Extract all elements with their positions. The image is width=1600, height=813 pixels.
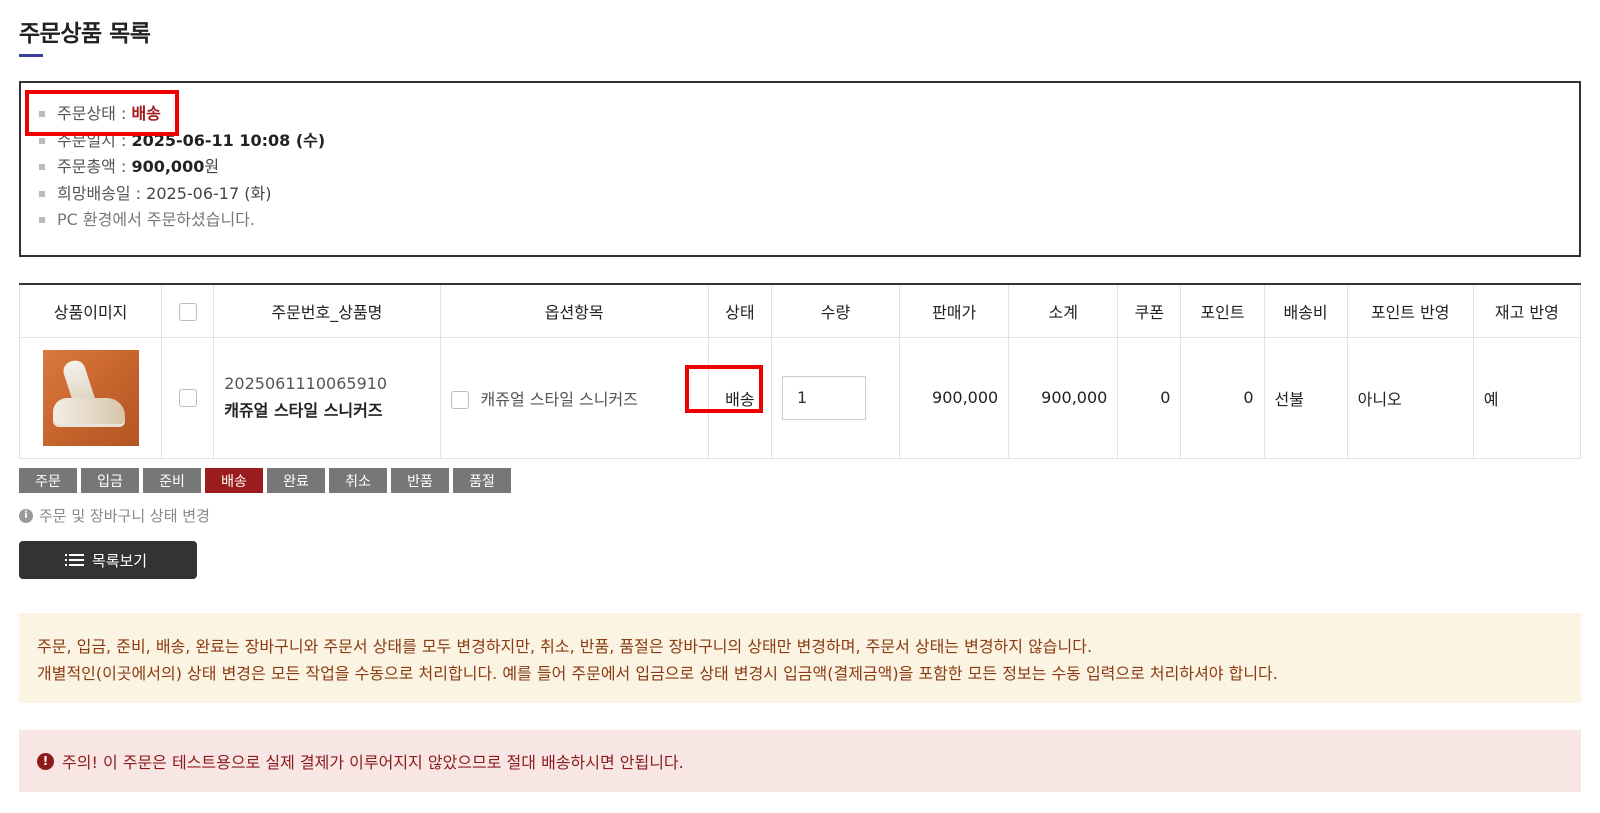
status-button-prepare[interactable]: 준비 [143, 468, 201, 493]
col-header-shipping: 배송비 [1263, 284, 1348, 338]
help-text: 주문 및 장바구니 상태 변경 [39, 507, 210, 525]
product-image[interactable] [42, 349, 139, 446]
stock-applied-cell: 예 [1472, 336, 1582, 459]
row-select-cell [161, 336, 215, 459]
col-header-select[interactable] [161, 284, 215, 338]
status-button-return[interactable]: 반품 [391, 468, 449, 493]
product-image-shoe [52, 397, 125, 424]
product-image-cell [18, 336, 163, 459]
table-row: 2025061110065910 캐쥬얼 스타일 스니커즈 캐쥬얼 스타일 스니… [18, 336, 1582, 459]
option-checkbox[interactable] [450, 391, 469, 409]
select-all-checkbox[interactable] [178, 302, 197, 321]
order-date-row: 주문일시 : 2025-06-11 10:08 (수) [38, 131, 326, 151]
order-product-cell: 2025061110065910 캐쥬얼 스타일 스니커즈 [213, 336, 441, 459]
subtotal-cell: 900,000 [1008, 336, 1119, 459]
order-status-value: 배송 [131, 104, 161, 123]
delivery-date-row: 희망배송일 : 2025-06-17 (화) [38, 184, 272, 204]
status-button-ship[interactable]: 배송 [205, 468, 263, 493]
order-items-table: 상품이미지 주문번호_상품명 옵션항목 상태 수량 판매가 소계 쿠폰 포인트 … [18, 283, 1582, 459]
order-status-row: 주문상태 : 배송 [39, 104, 161, 124]
col-header-stock-applied: 재고 반영 [1472, 284, 1582, 338]
order-date-value: 2025-06-11 10:08 (수) [131, 131, 326, 150]
order-info-box: 주문상태 : 배송 주문일시 : 2025-06-11 10:08 (수) 주문… [19, 81, 1581, 257]
warning-text: 주의! 이 주문은 테스트용으로 실제 결제가 이루어지지 않았으므로 절대 배… [62, 753, 684, 772]
delivery-date-label: 희망배송일 : [57, 184, 147, 203]
col-header-order-product: 주문번호_상품명 [213, 284, 441, 338]
notice-line-1: 주문, 입금, 준비, 배송, 완료는 장바구니와 주문서 상태를 모두 변경하… [37, 637, 1093, 656]
notice-line-2: 개별적인(이곳에서의) 상태 변경은 모든 작업을 수동으로 처리합니다. 예를… [37, 664, 1278, 683]
col-header-option: 옵션항목 [439, 284, 709, 338]
status-change-notice: 주문, 입금, 준비, 배송, 완료는 장바구니와 주문서 상태를 모두 변경하… [19, 613, 1581, 703]
order-total-label: 주문총액 : [57, 157, 132, 176]
point-applied-cell: 아니오 [1346, 336, 1474, 459]
exclamation-icon: ! [37, 752, 54, 770]
col-header-point-applied: 포인트 반영 [1346, 284, 1474, 338]
order-items-page: 주문상품 목록 주문상태 : 배송 주문일시 : 2025-06-11 10:0… [0, 0, 1600, 813]
shipping-cell: 선불 [1263, 336, 1348, 459]
col-header-status: 상태 [707, 284, 772, 338]
col-header-subtotal: 소계 [1008, 284, 1119, 338]
option-label: 캐쥬얼 스타일 스니커즈 [480, 389, 638, 409]
table-header-row: 상품이미지 주문번호_상품명 옵션항목 상태 수량 판매가 소계 쿠폰 포인트 … [18, 284, 1582, 338]
status-button-soldout[interactable]: 품절 [453, 468, 511, 493]
info-icon: i [19, 508, 33, 523]
list-view-label: 목록보기 [91, 551, 148, 570]
status-button-cancel[interactable]: 취소 [329, 468, 387, 493]
order-status-label: 주문상태 : [57, 104, 132, 123]
col-header-image: 상품이미지 [18, 284, 163, 338]
quantity-input[interactable] [781, 375, 866, 420]
col-header-quantity: 수량 [770, 284, 901, 338]
test-order-warning: ! 주의! 이 주문은 테스트용으로 실제 결제가 이루어지지 않았으므로 절대… [19, 730, 1581, 792]
order-total-unit: 원 [204, 157, 220, 176]
coupon-cell: 0 [1117, 336, 1182, 459]
status-button-complete[interactable]: 완료 [267, 468, 325, 493]
order-total-value: 900,000 [131, 157, 205, 176]
order-number[interactable]: 2025061110065910 [224, 374, 439, 393]
quantity-cell [770, 336, 901, 459]
col-header-coupon: 쿠폰 [1117, 284, 1182, 338]
order-env-note: PC 환경에서 주문하셨습니다. [39, 210, 255, 229]
page-title: 주문상품 목록 [19, 21, 151, 47]
row-checkbox[interactable] [178, 389, 197, 408]
order-date-label: 주문일시 : [57, 131, 132, 150]
status-cell: 배송 [707, 336, 772, 459]
col-header-price: 판매가 [899, 284, 1010, 338]
product-name[interactable]: 캐쥬얼 스타일 스니커즈 [224, 397, 439, 421]
status-button-deposit[interactable]: 입금 [81, 468, 139, 493]
status-button-order[interactable]: 주문 [19, 468, 77, 493]
point-cell: 0 [1180, 336, 1265, 459]
title-underline [19, 54, 43, 57]
list-view-button[interactable]: 목록보기 [19, 541, 197, 579]
status-change-help: i 주문 및 장바구니 상태 변경 [19, 505, 210, 526]
status-button-group: 주문 입금 준비 배송 완료 취소 반품 품절 [19, 468, 511, 493]
price-cell: 900,000 [899, 336, 1010, 459]
option-cell: 캐쥬얼 스타일 스니커즈 [439, 336, 709, 459]
col-header-point: 포인트 [1180, 284, 1265, 338]
order-total-row: 주문총액 : 900,000원 [38, 157, 220, 177]
list-icon [64, 554, 84, 566]
delivery-date-value: 2025-06-17 (화) [146, 184, 272, 203]
